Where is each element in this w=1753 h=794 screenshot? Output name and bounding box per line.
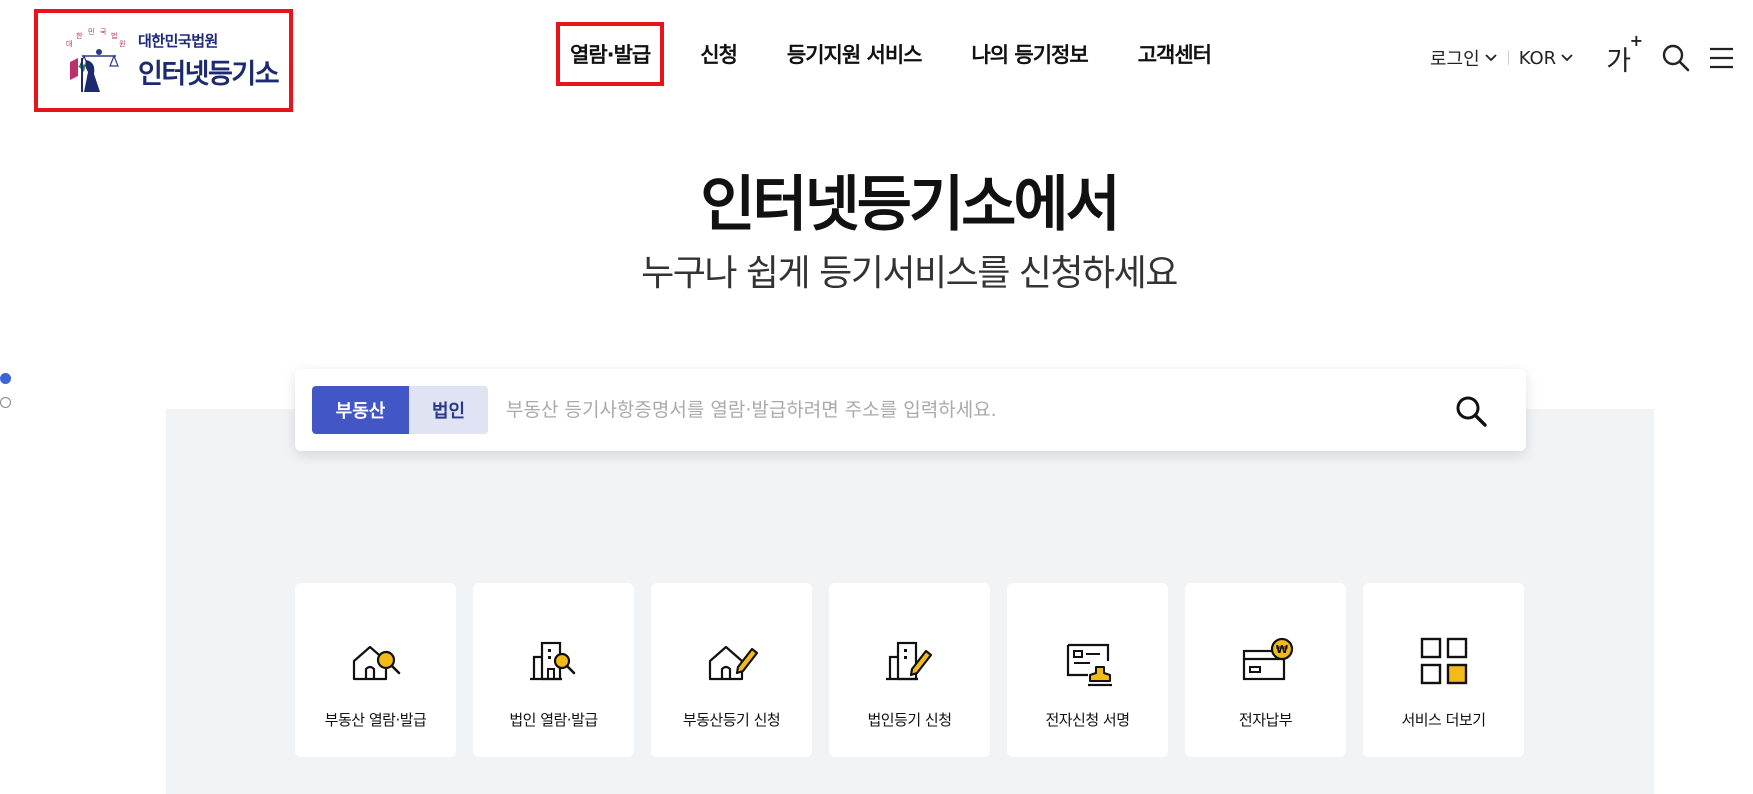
- nav-apply[interactable]: 신청: [686, 22, 751, 86]
- divider: [1507, 51, 1509, 65]
- nav-view-issue[interactable]: 열람·발급: [556, 22, 665, 86]
- service-card-e-payment[interactable]: ₩ 전자납부: [1185, 583, 1346, 757]
- court-emblem-icon: 대 한 민 국 법 원: [66, 27, 125, 92]
- service-label: 부동산 열람·발급: [324, 711, 427, 729]
- search-box: 부동산 법인: [295, 369, 1526, 451]
- service-label: 전자신청 서명: [1045, 711, 1130, 729]
- house-search-icon: [352, 645, 400, 681]
- main-nav: 열람·발급 신청 등기지원 서비스 나의 등기정보 고객센터: [556, 22, 1225, 86]
- search-type-tabs: 부동산 법인: [312, 386, 488, 434]
- language-label: KOR: [1518, 47, 1557, 69]
- font-size-button[interactable]: 가 +: [1606, 31, 1643, 78]
- login-dropdown[interactable]: 로그인: [1430, 45, 1498, 71]
- service-card-realestate-apply[interactable]: 부동산등기 신청: [651, 583, 812, 757]
- nav-my-registry[interactable]: 나의 등기정보: [957, 22, 1101, 86]
- service-label: 법인 열람·발급: [509, 711, 598, 729]
- chevron-down-icon: [1485, 54, 1497, 62]
- svg-text:법: 법: [111, 31, 117, 40]
- logo-subtitle: 대한민국법원: [138, 32, 218, 50]
- service-label: 법인등기 신청: [867, 711, 952, 729]
- service-cards: 부동산 열람·발급 법인 열람·발급 부동산등기 신청 법인등기 신청 전자신청…: [295, 583, 1541, 757]
- svg-text:민: 민: [88, 27, 94, 36]
- hero-subtitle: 누구나 쉽게 등기서비스를 신청하세요: [641, 253, 1178, 294]
- hamburger-menu-icon[interactable]: [1707, 43, 1734, 73]
- building-edit-icon: [885, 641, 932, 681]
- logo[interactable]: 대 한 민 국 법 원 대한민국법원 인터넷등기소: [34, 9, 293, 112]
- search-icon[interactable]: [1661, 43, 1691, 73]
- document-stamp-icon: [1066, 643, 1112, 687]
- nav-support-services[interactable]: 등기지원 서비스: [773, 22, 936, 86]
- svg-text:대: 대: [66, 40, 72, 48]
- service-label: 서비스 더보기: [1401, 711, 1486, 729]
- tab-realestate[interactable]: 부동산: [312, 386, 409, 434]
- service-card-corp-apply[interactable]: 법인등기 신청: [829, 583, 990, 757]
- slide-indicator-active[interactable]: [0, 373, 11, 384]
- language-dropdown[interactable]: KOR: [1519, 48, 1575, 69]
- service-card-more[interactable]: 서비스 더보기: [1363, 583, 1524, 757]
- card-won-icon: ₩: [1242, 637, 1293, 681]
- building-search-icon: [529, 641, 575, 681]
- font-size-label: 가: [1606, 45, 1632, 77]
- service-label: 전자납부: [1238, 711, 1293, 729]
- svg-text:₩: ₩: [1275, 643, 1287, 656]
- service-card-e-signature[interactable]: 전자신청 서명: [1007, 583, 1168, 757]
- house-edit-icon: [708, 645, 758, 681]
- utility-menu: 로그인 KOR 가 +: [1430, 31, 1734, 80]
- svg-text:한: 한: [76, 32, 83, 40]
- service-label: 부동산등기 신청: [682, 711, 781, 729]
- nav-customer-center[interactable]: 고객센터: [1124, 22, 1225, 86]
- tab-corporation[interactable]: 법인: [409, 386, 488, 434]
- logo-title: 인터넷등기소: [138, 59, 280, 90]
- grid-more-icon: [1420, 637, 1467, 685]
- hero-title: 인터넷등기소에서: [700, 170, 1121, 240]
- service-card-corp-view[interactable]: 법인 열람·발급: [473, 583, 634, 757]
- chevron-down-icon: [1561, 54, 1573, 62]
- address-search-input[interactable]: [506, 386, 1426, 434]
- svg-text:국: 국: [100, 28, 107, 36]
- slide-indicator[interactable]: [0, 397, 11, 408]
- plus-icon: +: [1629, 30, 1644, 50]
- svg-text:원: 원: [119, 39, 125, 48]
- login-label: 로그인: [1430, 49, 1480, 70]
- service-card-realestate-view[interactable]: 부동산 열람·발급: [295, 583, 456, 757]
- search-icon[interactable]: [1454, 394, 1488, 428]
